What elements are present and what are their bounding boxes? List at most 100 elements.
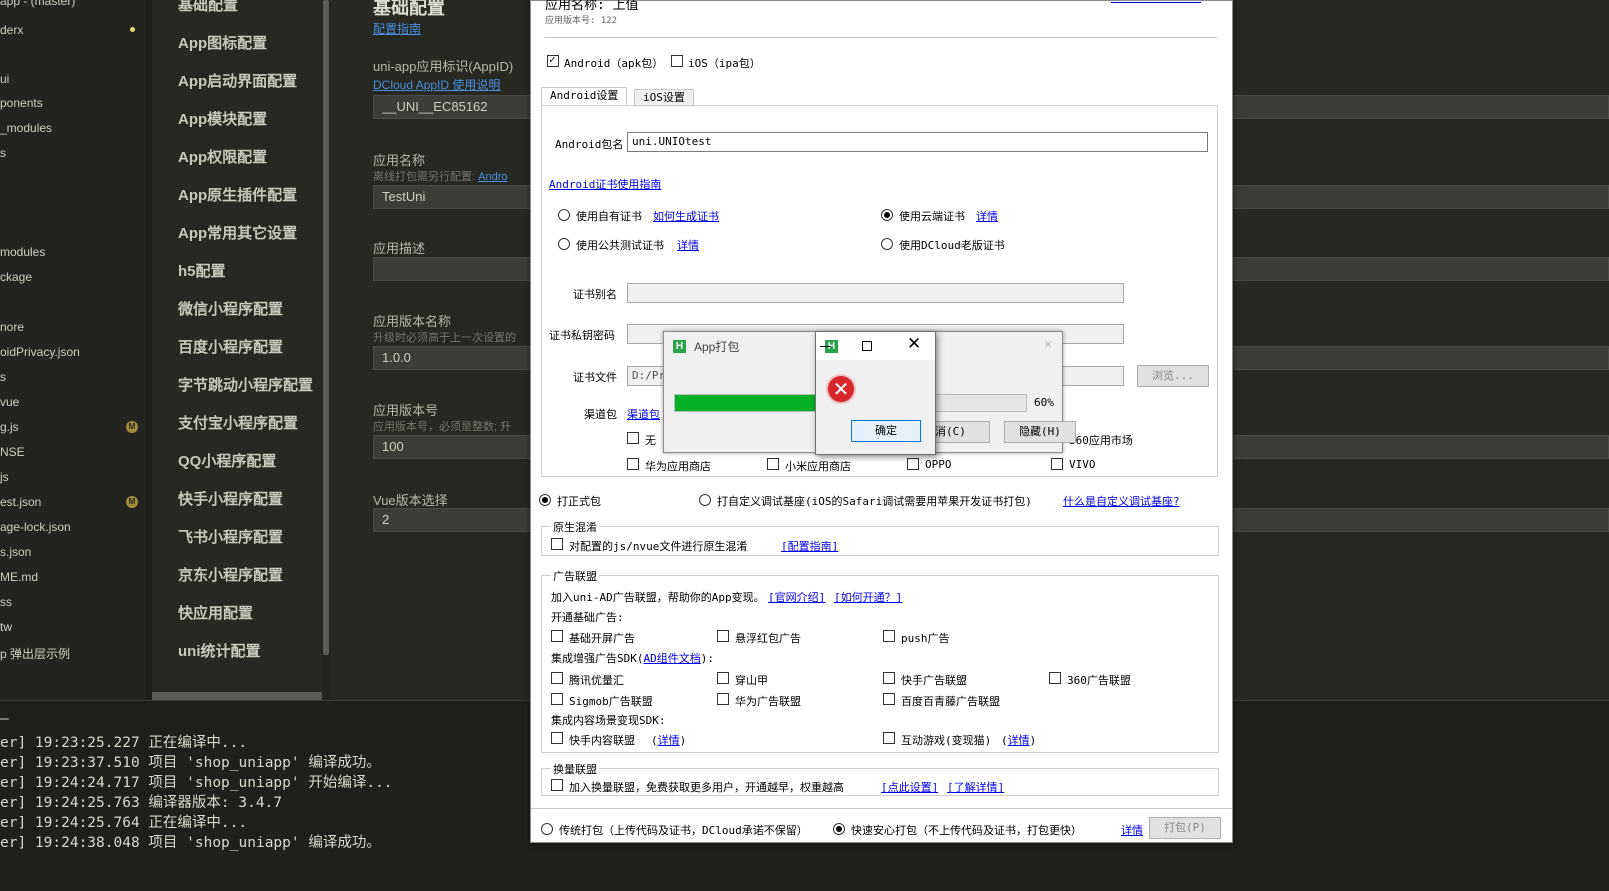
channel-vivo-checkbox[interactable]	[1051, 458, 1063, 470]
file-tree-item[interactable]: s.json	[0, 545, 31, 559]
config-nav-item[interactable]: 快手小程序配置	[178, 488, 283, 509]
file-tree-item[interactable]: age-lock.json	[0, 520, 71, 534]
ad-game-link[interactable]: 详情	[1008, 734, 1030, 747]
file-tree-item[interactable]: ponents	[0, 96, 43, 110]
cloud-cert-link[interactable]: 详情	[976, 208, 998, 224]
config-guide-link[interactable]: 配置指南	[373, 20, 421, 37]
channel-huawei-checkbox[interactable]	[627, 458, 639, 470]
fast-pack-radio[interactable]	[833, 823, 845, 835]
file-tree-item[interactable]: js	[0, 470, 9, 484]
config-nav-item[interactable]: h5配置	[178, 260, 226, 281]
ad-360-checkbox[interactable]	[1049, 672, 1061, 684]
file-tree-item[interactable]: s	[0, 146, 6, 160]
config-nav-item[interactable]: 微信小程序配置	[178, 298, 283, 319]
swap-detail-link[interactable]: [了解详情]	[947, 779, 1004, 795]
config-nav-item[interactable]: 快应用配置	[178, 602, 253, 623]
public-cert-radio[interactable]	[558, 238, 570, 250]
file-tree-item[interactable]: modules	[0, 245, 45, 259]
error-ok-button[interactable]: 确定	[851, 420, 921, 442]
config-nav-item[interactable]: 百度小程序配置	[178, 336, 283, 357]
cert-alias-input[interactable]	[627, 283, 1124, 303]
ad-kuaishou-checkbox[interactable]	[883, 672, 895, 684]
channel-oppo-checkbox[interactable]	[907, 458, 919, 470]
android-checkbox[interactable]	[547, 53, 559, 67]
file-tree-item[interactable]: _modules	[0, 121, 52, 135]
obfuscation-checkbox[interactable]	[551, 538, 563, 550]
custom-base-link[interactable]: 什么是自定义调试基座?	[1063, 493, 1180, 509]
ad-ks-link[interactable]: 详情	[658, 734, 680, 747]
file-tree-item[interactable]: tw	[0, 620, 12, 634]
ad-howto-link[interactable]: [如何开通？]	[834, 589, 902, 605]
config-nav-item[interactable]: App模块配置	[178, 108, 267, 129]
pack-button[interactable]: 打包(P)	[1149, 817, 1221, 839]
config-nav-item[interactable]: 京东小程序配置	[178, 564, 283, 585]
ad-baidu-checkbox[interactable]	[883, 693, 895, 705]
config-nav-item[interactable]: 飞书小程序配置	[178, 526, 283, 547]
pkg-name-input[interactable]: uni.UNIOtest	[627, 132, 1208, 152]
config-nav-scroll-thumb[interactable]	[323, 0, 329, 655]
browse-button[interactable]: 浏览...	[1137, 365, 1209, 387]
config-nav-item[interactable]: uni统计配置	[178, 640, 261, 661]
ad-tencent-checkbox[interactable]	[551, 672, 563, 684]
cloud-cert-radio[interactable]	[881, 209, 893, 221]
ad-csj-checkbox[interactable]	[717, 672, 729, 684]
channel-link[interactable]: 渠道包	[627, 406, 660, 422]
file-tree-item[interactable]: derx	[0, 23, 23, 37]
close-icon[interactable]: ✕	[907, 334, 921, 354]
config-nav-item[interactable]: QQ小程序配置	[178, 450, 276, 471]
config-nav-item[interactable]: App图标配置	[178, 32, 267, 53]
config-nav-item[interactable]: App权限配置	[178, 146, 267, 167]
formal-pack-radio[interactable]	[539, 494, 551, 506]
channel-xiaomi-checkbox[interactable]	[767, 458, 779, 470]
file-tree-item[interactable]: ss	[0, 595, 12, 609]
ad-official-link[interactable]: [官网介绍]	[768, 589, 825, 605]
config-nav-item[interactable]: 基础配置	[178, 0, 238, 15]
top-right-link[interactable]	[1111, 0, 1201, 3]
config-nav-item[interactable]: App常用其它设置	[178, 222, 297, 243]
tab-android[interactable]: Android设置	[541, 87, 628, 106]
ad-doc-link[interactable]: AD组件文档	[644, 652, 701, 665]
old-cert-radio[interactable]	[881, 238, 893, 250]
ad-push-checkbox[interactable]	[883, 630, 895, 642]
minimize-icon[interactable]	[820, 346, 830, 347]
swap-union-checkbox[interactable]	[551, 779, 563, 791]
appid-help-link[interactable]: DCloud AppID 使用说明	[373, 76, 500, 93]
ad-splash-checkbox[interactable]	[551, 630, 563, 642]
maximize-icon[interactable]	[862, 341, 872, 351]
progress-close-icon[interactable]: ×	[1044, 336, 1052, 352]
cert-guide-link[interactable]: Android证书使用指南	[549, 176, 661, 192]
own-cert-link[interactable]: 如何生成证书	[653, 208, 719, 224]
swap-setting-link[interactable]: [点此设置]	[881, 779, 938, 795]
config-nav-hscrollbar[interactable]	[152, 692, 322, 700]
file-tree-item[interactable]: oidPrivacy.json	[0, 345, 80, 359]
file-tree-item[interactable]: vue	[0, 395, 19, 409]
android-offline-link[interactable]: Andro	[478, 171, 507, 183]
file-tree-item[interactable]: ME.md	[0, 570, 38, 584]
file-tree-item[interactable]: NSE	[0, 445, 25, 459]
file-tree-item[interactable]: g.js	[0, 420, 19, 434]
ad-huawei-checkbox[interactable]	[717, 693, 729, 705]
ad-game-checkbox[interactable]	[883, 732, 895, 744]
own-cert-radio[interactable]	[558, 209, 570, 221]
ad-ks-content-checkbox[interactable]	[551, 732, 563, 744]
ad-redpack-checkbox[interactable]	[717, 630, 729, 642]
obfuscation-guide-link[interactable]: [配置指南]	[781, 538, 838, 554]
file-tree-item[interactable]: app - (master)	[0, 0, 75, 8]
file-tree-item[interactable]: ckage	[0, 270, 32, 284]
config-nav-item[interactable]: 支付宝小程序配置	[178, 412, 298, 433]
public-cert-link[interactable]: 详情	[677, 237, 699, 253]
ad-sigmob-checkbox[interactable]	[551, 693, 563, 705]
file-tree-item[interactable]: nore	[0, 320, 24, 334]
channel-none-checkbox[interactable]	[627, 432, 639, 444]
traditional-pack-radio[interactable]	[541, 823, 553, 835]
file-tree-item[interactable]: est.json	[0, 495, 41, 509]
file-tree-item[interactable]: p 弹出层示例	[0, 645, 70, 662]
config-nav-item[interactable]: App启动界面配置	[178, 70, 297, 91]
fast-pack-link[interactable]: 详情	[1121, 822, 1143, 838]
progress-hide-button[interactable]: 隐藏(H)	[1004, 421, 1076, 443]
config-nav-item[interactable]: 字节跳动小程序配置	[178, 374, 313, 395]
ios-checkbox[interactable]	[671, 55, 683, 67]
file-tree-item[interactable]: ui	[0, 72, 9, 86]
custom-base-radio[interactable]	[699, 494, 711, 506]
file-tree-item[interactable]: s	[0, 370, 6, 384]
